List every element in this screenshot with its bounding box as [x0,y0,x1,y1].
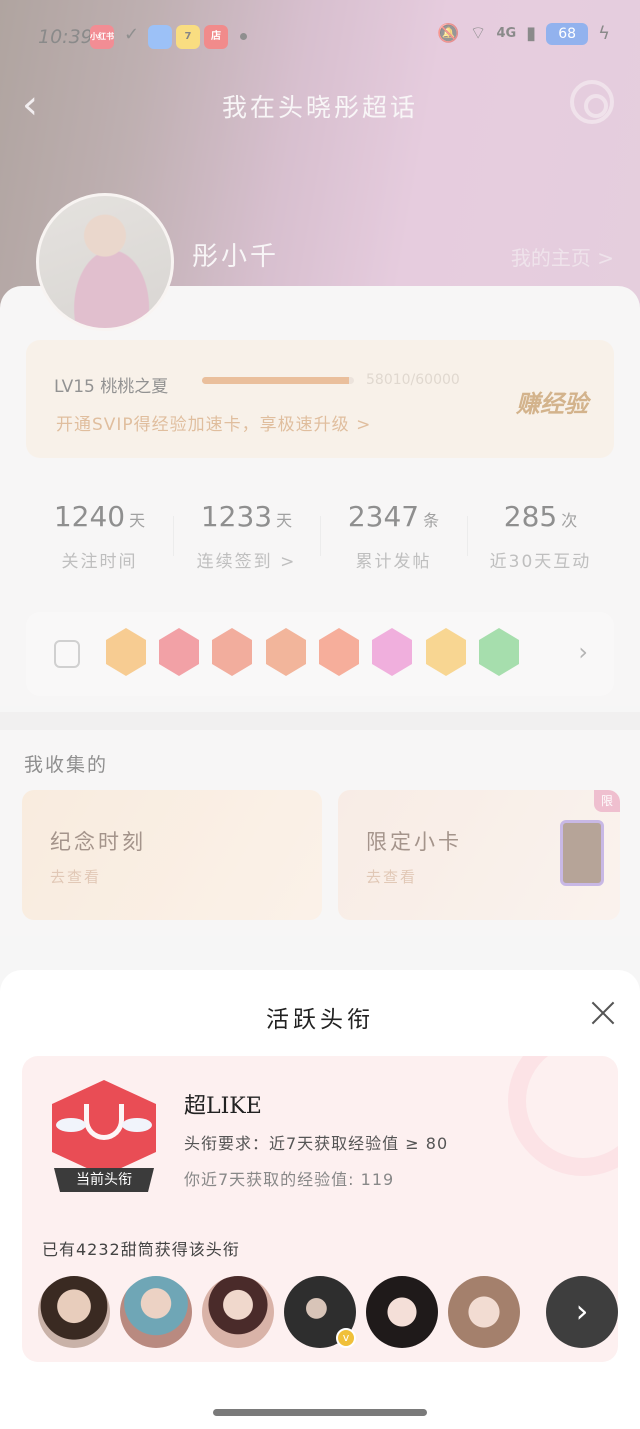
home-indicator[interactable] [213,1409,427,1416]
holder-count: 已有4232甜筒获得该头衔 [42,1240,240,1259]
avatar[interactable] [366,1276,438,1348]
current-title-tag: 当前头衔 [54,1168,154,1192]
title-card: 当前头衔 超LIKE 头衔要求：近7天获取经验值 ≥ 80 你近7天获取的经验值… [22,1056,618,1362]
avatar[interactable] [120,1276,192,1348]
my-exp-value: 你近7天获取的经验值: 119 [184,1170,395,1189]
holders-avatars: v › [38,1276,618,1350]
wing-icon [56,1118,86,1132]
chevron-right-icon[interactable]: › [546,1276,618,1348]
title-requirement: 头衔要求：近7天获取经验值 ≥ 80 [184,1134,449,1153]
decoration-heart-icon [508,1056,618,1176]
avatar[interactable] [448,1276,520,1348]
title-bottom-sheet: 活跃头衔 当前头衔 超LIKE 头衔要求：近7天获取经验值 ≥ 80 你近7天获… [0,970,640,1429]
avatar[interactable]: v [284,1276,356,1348]
sheet-title: 活跃头衔 [266,1007,374,1033]
close-icon[interactable] [588,998,618,1028]
title-name: 超LIKE [184,1094,262,1119]
avatar[interactable] [202,1276,274,1348]
verified-icon: v [336,1328,356,1348]
wing-icon [122,1118,152,1132]
avatar[interactable] [38,1276,110,1348]
